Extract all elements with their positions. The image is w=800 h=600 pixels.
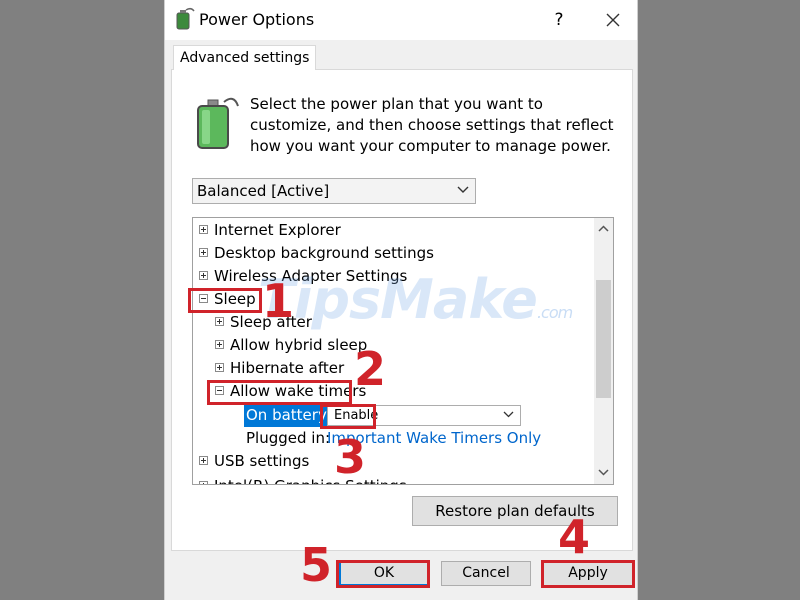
tree-item-label: Intel(R) Graphics Settings — [214, 475, 407, 484]
title-bar: Power Options ? — [165, 0, 637, 40]
tree-item-desktop-background[interactable]: Desktop background settings — [193, 242, 593, 265]
plugged-in-row: Plugged in: Important Wake Timers Only — [193, 427, 593, 450]
power-options-icon — [176, 7, 195, 30]
tab-advanced-settings[interactable]: Advanced settings — [173, 45, 317, 70]
tree-item-allow-wake-timers[interactable]: Allow wake timers — [193, 380, 593, 403]
on-battery-label: On battery: — [244, 404, 333, 427]
expand-icon[interactable] — [199, 271, 208, 280]
tree-item-label: Sleep — [214, 290, 256, 308]
collapse-icon[interactable] — [215, 386, 224, 395]
expand-icon[interactable] — [199, 225, 208, 234]
expand-icon[interactable] — [199, 456, 208, 465]
tree-item-label: Internet Explorer — [214, 221, 341, 239]
step-number-1: 1 — [262, 274, 295, 328]
battery-plug-icon — [197, 97, 239, 149]
ok-button[interactable]: OK — [339, 561, 429, 586]
intro-text: Select the power plan that you want to c… — [250, 95, 614, 155]
expand-icon[interactable] — [199, 481, 208, 484]
scroll-down-icon[interactable] — [594, 463, 613, 482]
step-number-5: 5 — [300, 538, 333, 592]
tree-item-hibernate-after[interactable]: Hibernate after — [193, 357, 593, 380]
plugged-in-label: Plugged in: — [246, 429, 331, 447]
on-battery-row: On battery: Enable — [193, 404, 593, 427]
help-button[interactable]: ? — [547, 8, 571, 32]
scroll-up-icon[interactable] — [594, 220, 613, 239]
tree-item-internet-explorer[interactable]: Internet Explorer — [193, 219, 593, 242]
tree-item-label: Hibernate after — [230, 359, 345, 377]
tree-item-intel-graphics[interactable]: Intel(R) Graphics Settings — [193, 475, 593, 484]
tree-item-wireless-adapter[interactable]: Wireless Adapter Settings — [193, 265, 593, 288]
apply-button[interactable]: Apply — [543, 561, 633, 586]
power-plan-value: Balanced [Active] — [197, 182, 330, 200]
cancel-button[interactable]: Cancel — [441, 561, 531, 586]
tree-item-label: USB settings — [214, 452, 310, 470]
power-plan-select[interactable]: Balanced [Active] — [192, 178, 476, 204]
step-number-3: 3 — [334, 430, 367, 484]
tree-item-label: Allow wake timers — [230, 382, 367, 400]
expand-icon[interactable] — [215, 317, 224, 326]
tree-item-label: Desktop background settings — [214, 244, 434, 262]
tree-item-allow-hybrid-sleep[interactable]: Allow hybrid sleep — [193, 334, 593, 357]
expand-icon[interactable] — [215, 363, 224, 372]
tree-item-sleep[interactable]: Sleep — [193, 288, 593, 311]
tree-item-sleep-after[interactable]: Sleep after — [193, 311, 593, 334]
expand-icon[interactable] — [215, 340, 224, 349]
advanced-settings-panel: Select the power plan that you want to c… — [171, 69, 633, 551]
tree-item-label: Allow hybrid sleep — [230, 336, 368, 354]
scroll-thumb[interactable] — [596, 280, 611, 398]
step-number-4: 4 — [558, 510, 591, 564]
tree-item-label: Wireless Adapter Settings — [214, 267, 408, 285]
step-number-2: 2 — [354, 342, 387, 396]
on-battery-value: Enable — [334, 408, 379, 423]
tree-scrollbar[interactable] — [594, 218, 613, 484]
on-battery-select[interactable]: Enable — [327, 405, 521, 426]
window-title: Power Options — [199, 10, 315, 29]
settings-tree: Internet Explorer Desktop background set… — [192, 217, 614, 485]
tree-item-usb-settings[interactable]: USB settings — [193, 450, 593, 473]
chevron-down-icon — [457, 186, 469, 193]
expand-icon[interactable] — [199, 248, 208, 257]
close-icon[interactable] — [601, 8, 625, 32]
collapse-icon[interactable] — [199, 294, 208, 303]
chevron-down-icon — [503, 411, 514, 418]
